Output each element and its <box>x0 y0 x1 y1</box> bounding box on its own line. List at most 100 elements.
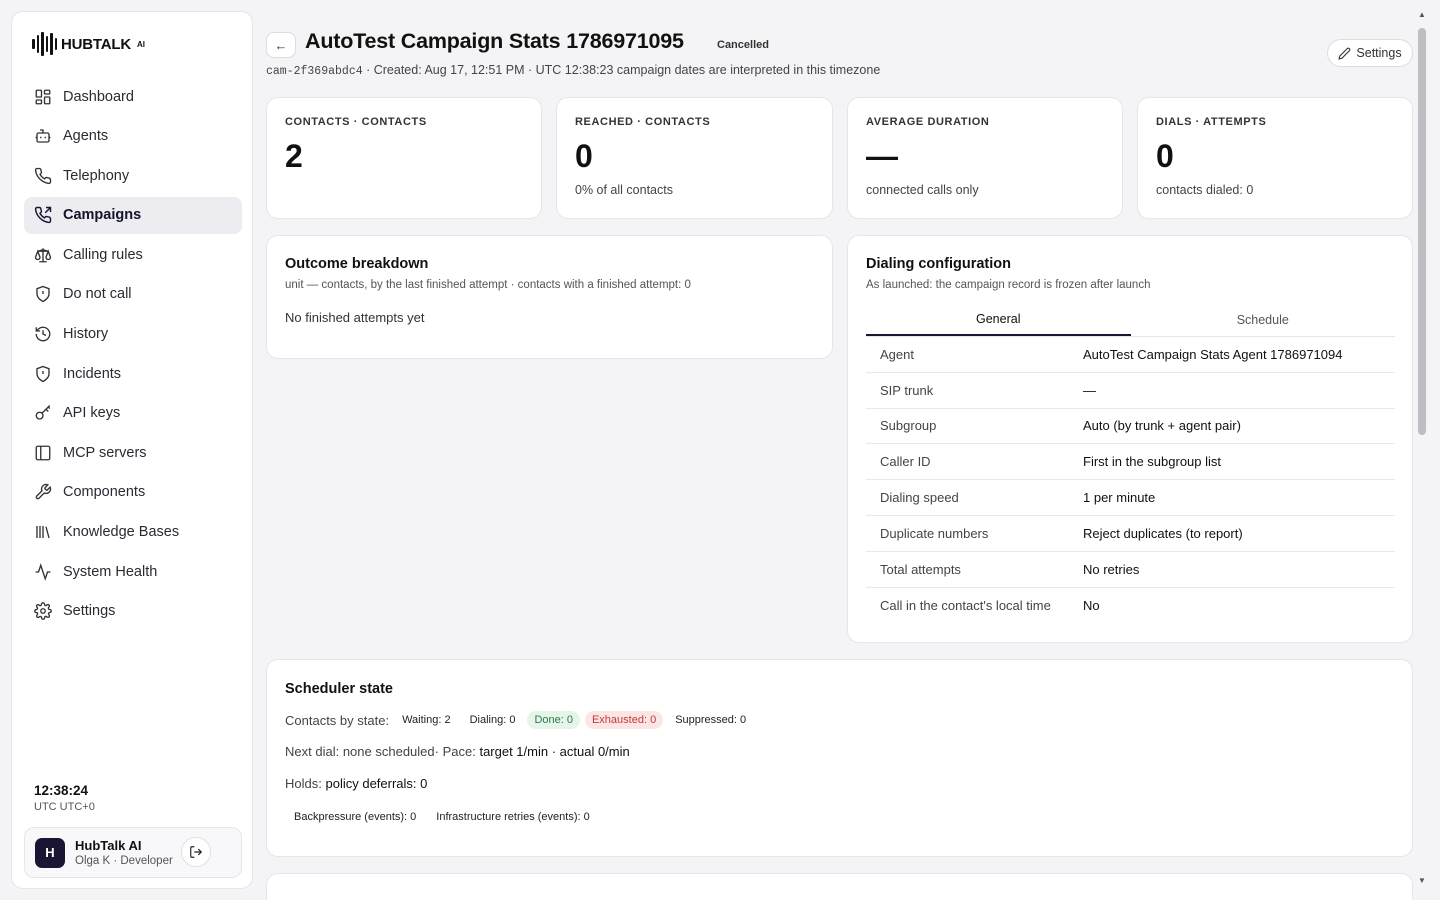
config-table: Agent AutoTest Campaign Stats Agent 17869… <box>866 337 1395 623</box>
table-row: SIP trunk — <box>866 373 1395 409</box>
sidebar-item-incidents[interactable]: Incidents <box>24 355 242 392</box>
row-value: — <box>1083 382 1096 398</box>
state-pill-exhausted: Exhausted: 0 <box>584 711 664 729</box>
dialing-configuration-card: Dialing configuration As launched: the c… <box>847 235 1413 643</box>
sidebar: HUBTALK AI Dashboard Agents Telephony Ca… <box>11 11 253 889</box>
stat-card-reached: REACHED · CONTACTS 0 0% of all contacts <box>556 97 833 219</box>
outcome-breakdown-card: Outcome breakdown unit — contacts, by th… <box>266 235 833 359</box>
row-key: Subgroup <box>880 418 937 434</box>
user-info: HubTalk AI Olga K · Developer <box>75 838 173 867</box>
pace-label: · Pace: <box>434 744 476 759</box>
stat-card-contacts: CONTACTS · CONTACTS 2 <box>266 97 542 219</box>
empty-state: No finished attempts yet <box>285 310 425 325</box>
sidebar-item-components[interactable]: Components <box>24 474 242 511</box>
sidebar-item-history[interactable]: History <box>24 316 242 353</box>
state-pill-done: Done: 0 <box>527 711 580 729</box>
brand-logo[interactable]: HUBTALK AI <box>32 32 145 56</box>
brand-suffix: AI <box>136 39 145 49</box>
activity-icon <box>35 562 51 581</box>
sidebar-item-knowledge-bases[interactable]: Knowledge Bases <box>24 514 242 551</box>
holds-line: Holds: policy deferrals: 0 <box>285 776 427 791</box>
card-title: Outcome breakdown <box>285 256 429 272</box>
table-row: Agent AutoTest Campaign Stats Agent 17869… <box>866 337 1395 373</box>
holds-value: policy deferrals: 0 <box>325 776 428 791</box>
scroll-down-arrow-icon[interactable]: ▼ <box>1417 876 1427 886</box>
stat-label: CONTACTS · CONTACTS <box>285 116 427 128</box>
sidebar-item-calling-rules[interactable]: Calling rules <box>24 236 242 273</box>
sidebar-item-system-health[interactable]: System Health <box>24 553 242 590</box>
stat-sub: connected calls only <box>866 183 979 197</box>
stat-label: REACHED · CONTACTS <box>575 116 711 128</box>
sidebar-item-agents[interactable]: Agents <box>24 118 242 155</box>
page-title: AutoTest Campaign Stats 1786971095 <box>305 29 684 53</box>
row-value: AutoTest Campaign Stats Agent 1786971094 <box>1083 346 1343 362</box>
row-value: No retries <box>1083 561 1140 577</box>
backpressure-counter: Backpressure (events): 0 <box>294 811 417 823</box>
logout-button[interactable] <box>181 837 211 867</box>
event-counters: Backpressure (events): 0 Infrastructure … <box>287 808 597 826</box>
sidebar-nav: Dashboard Agents Telephony Campaigns Cal… <box>24 78 242 632</box>
next-dial-value: none scheduled <box>342 744 435 759</box>
sidebar-item-campaigns[interactable]: Campaigns <box>24 196 242 234</box>
row-value: Auto (by trunk + agent pair) <box>1083 418 1241 434</box>
row-value: No <box>1083 597 1100 613</box>
stat-value: 0 <box>1156 138 1174 174</box>
user-name: HubTalk AI <box>75 838 142 853</box>
campaign-meta-text: · Created: Aug 17, 12:51 PM · UTC 12:38:… <box>362 63 881 77</box>
sidebar-item-label: Agents <box>63 128 109 145</box>
card-subtitle: As launched: the campaign record is froz… <box>866 279 1151 291</box>
sidebar-item-label: Incidents <box>63 365 122 382</box>
scroll-up-arrow-icon[interactable]: ▲ <box>1417 10 1427 20</box>
tab-general[interactable]: General <box>866 304 1131 336</box>
sidebar-item-label: Calling rules <box>63 246 143 263</box>
logout-icon <box>190 846 203 858</box>
table-row: Duplicate numbers Reject duplicates (to r… <box>866 516 1395 552</box>
infrastructure-retries-counter: Infrastructure retries (events): 0 <box>436 811 590 823</box>
status-badge: Cancelled <box>717 39 769 51</box>
sidebar-item-label: Telephony <box>63 167 130 184</box>
table-row: Total attempts No retries <box>866 552 1395 588</box>
row-key: Call in the contact's local time <box>880 597 1051 613</box>
brand-name: HUBTALK <box>61 35 131 53</box>
sidebar-item-do-not-call[interactable]: Do not call <box>24 276 242 313</box>
state-pill-dialing: Dialing: 0 <box>469 714 516 726</box>
settings-button[interactable]: Settings <box>1327 39 1413 67</box>
stat-sub: 0% of all contacts <box>575 183 673 197</box>
pencil-icon <box>1338 47 1351 60</box>
phone-outgoing-icon <box>34 207 52 224</box>
back-button[interactable]: ← <box>266 32 296 58</box>
user-card[interactable]: H HubTalk AI Olga K · Developer <box>24 827 242 878</box>
sidebar-item-label: Do not call <box>63 286 132 303</box>
sidebar-item-telephony[interactable]: Telephony <box>24 157 242 194</box>
row-value: Reject duplicates (to report) <box>1083 525 1243 541</box>
row-key: SIP trunk <box>880 382 934 398</box>
table-row: Call in the contact's local time No <box>866 588 1395 624</box>
scrollbar[interactable]: ▲ ▼ <box>1416 10 1428 890</box>
card-title: Scheduler state <box>285 681 393 697</box>
wrench-icon <box>35 484 52 500</box>
stat-label: DIALS · ATTEMPTS <box>1156 116 1267 128</box>
sidebar-item-mcp-servers[interactable]: MCP servers <box>24 434 242 471</box>
sidebar-item-api-keys[interactable]: API keys <box>24 395 242 432</box>
sidebar-item-label: API keys <box>63 405 121 422</box>
card-subtitle: unit — contacts, by the last finished at… <box>285 279 691 291</box>
sidebar-item-dashboard[interactable]: Dashboard <box>24 78 242 115</box>
row-value: 1 per minute <box>1083 490 1156 506</box>
key-icon <box>35 405 51 420</box>
sidebar-item-label: System Health <box>63 563 158 580</box>
tab-schedule[interactable]: Schedule <box>1131 304 1396 336</box>
campaign-id: cam-2f369abdc4 <box>266 65 363 78</box>
avatar: H <box>35 837 65 868</box>
stat-label: AVERAGE DURATION <box>866 116 990 128</box>
scrollbar-thumb[interactable] <box>1418 28 1426 435</box>
dashboard-icon <box>35 89 51 104</box>
pace-value: target 1/min · actual 0/min <box>479 744 630 759</box>
sidebar-item-settings[interactable]: Settings <box>24 593 242 630</box>
stat-value: 2 <box>285 138 303 174</box>
sidebar-item-label: Campaigns <box>63 207 142 224</box>
row-key: Duplicate numbers <box>880 525 989 541</box>
clock-time: 12:38:24 <box>34 783 89 798</box>
shield-icon <box>36 286 50 303</box>
phone-icon <box>34 167 52 184</box>
table-row: Caller ID First in the subgroup list <box>866 444 1395 481</box>
